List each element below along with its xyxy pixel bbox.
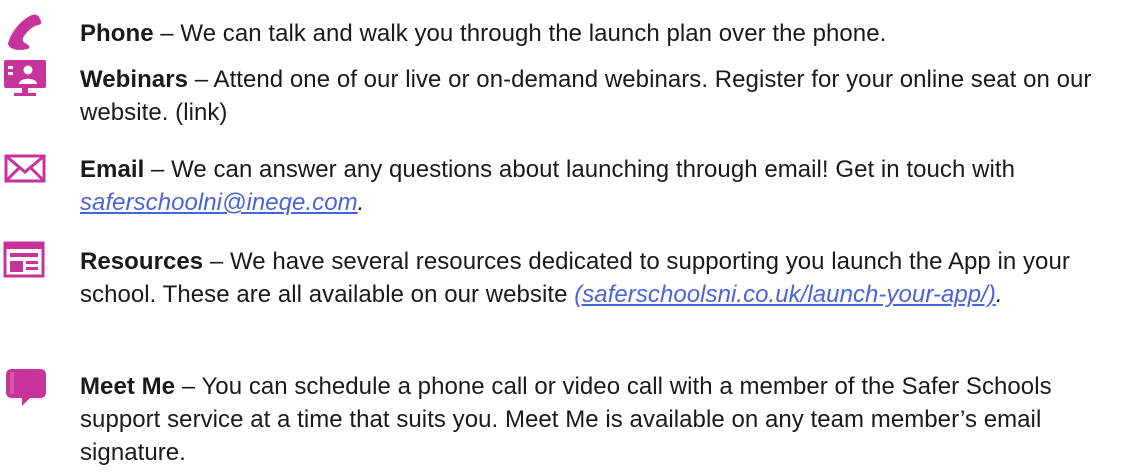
phone-icon xyxy=(2,10,48,50)
item-description: – You can schedule a phone call or video… xyxy=(80,373,1052,466)
item-description: – We can answer any questions about laun… xyxy=(144,156,1015,183)
support-item-meet-me-text: Meet Me – You can schedule a phone call … xyxy=(80,370,1125,469)
chat-icon xyxy=(2,366,48,406)
support-item-webinars-text: Webinars – Attend one of our live or on-… xyxy=(80,63,1125,129)
support-item-phone-text: Phone – We can talk and walk you through… xyxy=(80,17,1125,50)
resources-icon xyxy=(2,240,48,280)
item-title: Resources xyxy=(80,248,204,275)
item-title: Phone xyxy=(80,20,154,47)
item-punctuation: . xyxy=(357,189,365,216)
website-link[interactable]: (saferschoolsni.co.uk/launch-your-app/) xyxy=(574,281,996,308)
email-icon xyxy=(2,148,48,188)
support-item-email-text: Email – We can answer any questions abou… xyxy=(80,153,1125,219)
webinar-icon xyxy=(2,58,48,98)
item-title: Webinars xyxy=(80,66,188,93)
item-title: Meet Me xyxy=(80,373,176,400)
item-description: – Attend one of our live or on-demand we… xyxy=(80,66,1092,126)
item-description: – We can talk and walk you through the l… xyxy=(153,20,887,47)
item-punctuation: . xyxy=(995,281,1003,308)
item-title: Email xyxy=(80,156,145,183)
support-item-resources-text: Resources – We have several resources de… xyxy=(80,245,1125,311)
email-link[interactable]: saferschoolni@ineqe.com xyxy=(80,189,358,216)
